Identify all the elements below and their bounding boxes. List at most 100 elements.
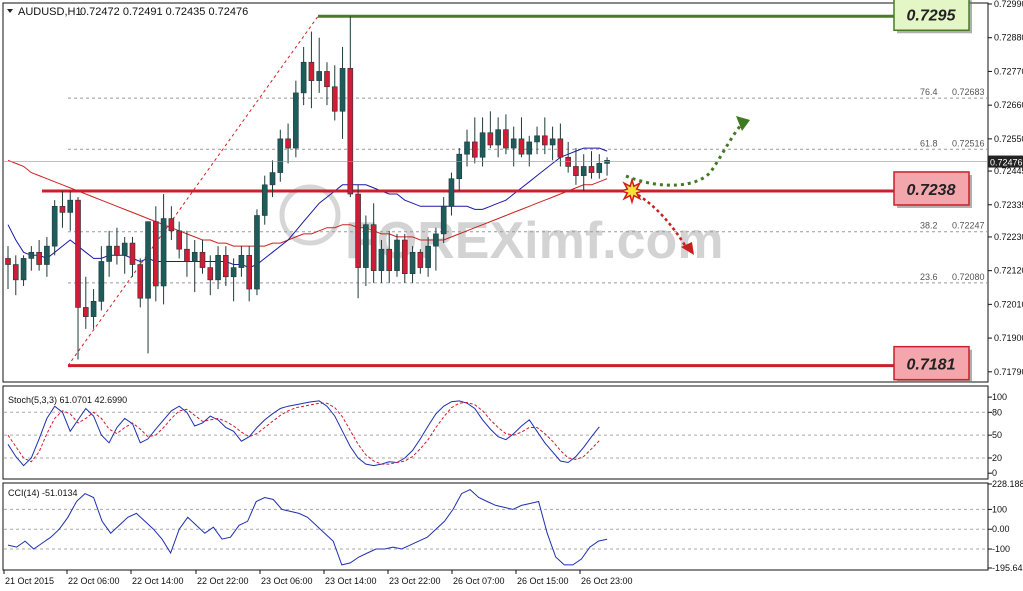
candle-body [596, 163, 603, 173]
indicator-tick-label: -100 [992, 544, 1010, 554]
fib-ratio-label: 61.8 [920, 138, 938, 148]
candle-body [495, 129, 501, 146]
candle-body [518, 138, 525, 155]
candle-body [168, 218, 175, 232]
fib-price-label: 0.72516 [952, 138, 985, 148]
candle-body [36, 251, 42, 265]
candle-body [51, 205, 58, 247]
candle-body [542, 135, 548, 146]
candle-body [145, 221, 151, 299]
candle-body [394, 239, 400, 271]
candle-body [5, 258, 11, 265]
candle-body [386, 248, 393, 271]
level-label-text: 0.7181 [907, 357, 956, 374]
candle-body [277, 138, 284, 173]
candle-body [254, 215, 260, 290]
time-tick-label: 23 Oct 22:00 [389, 576, 441, 586]
candle-body [223, 255, 229, 278]
candle-body [588, 166, 595, 173]
candle-body [409, 251, 416, 275]
price-tick-label: 0.72335 [994, 200, 1023, 210]
candle-body [479, 132, 486, 158]
time-tick-label: 26 Oct 23:00 [581, 576, 633, 586]
candle-body [20, 258, 27, 281]
candle-body [370, 224, 377, 271]
candle-body [285, 138, 291, 149]
candle-body [331, 86, 338, 112]
candle-body [448, 178, 455, 207]
candle-body [471, 141, 478, 158]
candle-body [153, 221, 159, 287]
indicator-tick-label: 20 [992, 453, 1002, 463]
price-tick-label: 0.72770 [994, 66, 1023, 76]
indicator-title: Stoch(5,3,3) 61.0701 42.6990 [8, 395, 127, 405]
candle-body [510, 138, 517, 149]
symbol-timeframe: AUDUSD,H1 [18, 6, 82, 18]
candle-body [106, 245, 112, 262]
candle-body [129, 242, 136, 265]
time-tick-label: 23 Oct 06:00 [261, 576, 313, 586]
candle-body [176, 230, 182, 250]
candle-body [324, 71, 330, 88]
time-tick-label: 21 Oct 2015 [5, 576, 54, 586]
price-tick-label: 0.72550 [994, 134, 1023, 144]
indicator-tick-label: 50 [992, 430, 1002, 440]
candle-body [347, 68, 354, 195]
candle-body [230, 267, 237, 278]
main-panel-frame [2, 2, 989, 383]
candle-body [293, 92, 299, 149]
time-tick-label: 22 Oct 14:00 [132, 576, 184, 586]
indicator-tick-label: 0.00 [992, 524, 1010, 534]
candle-body [184, 248, 190, 262]
candle-body [565, 156, 571, 167]
price-tick-label: 0.72880 [994, 33, 1023, 43]
chart-header: AUDUSD,H1 0.72472 0.72491 0.72435 0.7247… [7, 6, 248, 18]
fib-ratio-label: 23.6 [920, 272, 938, 282]
candle-body [246, 255, 252, 290]
current-price-label: 0.72476 [990, 158, 1023, 168]
fib-ratio-label: 38.2 [920, 221, 938, 231]
price-tick-label: 0.72010 [994, 299, 1023, 309]
time-tick-label: 26 Oct 15:00 [517, 576, 569, 586]
candle-body [207, 267, 214, 281]
price-tick-label: 0.71900 [994, 333, 1023, 343]
candle-body [417, 251, 424, 268]
time-tick-label: 22 Oct 22:00 [197, 576, 249, 586]
candle-body [261, 184, 268, 216]
candle-body [83, 307, 89, 317]
candle-body [44, 245, 50, 265]
candle-body [300, 61, 307, 94]
candle-body [191, 251, 198, 262]
time-axis: 21 Oct 2015 22 Oct 06:00 22 Oct 14:00 22 Oc… [3, 570, 633, 586]
candle-body [67, 199, 74, 213]
indicator-title: CCI(14) -51.0134 [8, 488, 78, 498]
candle-body [580, 166, 587, 176]
header-ohlc: 0.72472 0.72491 0.72435 0.72476 [80, 6, 248, 18]
candle-body [433, 233, 439, 247]
indicator-tick-label: 228.1884 [992, 479, 1023, 489]
candle-body [549, 138, 556, 146]
candle-body [160, 218, 167, 287]
candle-body [28, 251, 35, 259]
candle-body [316, 71, 323, 81]
candle-body [503, 129, 509, 149]
candle-body [199, 251, 206, 268]
candle-body [526, 141, 533, 155]
breakout-spark-icon [618, 177, 646, 205]
candle-body [269, 172, 276, 186]
candle-body [98, 261, 105, 302]
indicator-tick-label: 0 [992, 468, 997, 478]
level-label-text: 0.7238 [907, 182, 956, 199]
candle-body [363, 224, 369, 268]
fib-price-label: 0.72683 [952, 87, 985, 97]
fib-price-label: 0.72247 [952, 221, 985, 231]
trading-chart: FOREXimf.com 76.4 0.7268361.8 0.7251638.2 0… [2, 0, 1023, 586]
candle-body [401, 239, 408, 275]
price-tick-label: 0.71790 [994, 367, 1023, 377]
price-tick-label: 0.72660 [994, 100, 1023, 110]
indicator-tick-label: -195.6456 [992, 563, 1023, 573]
indicator-tick-label: 80 [992, 407, 1002, 417]
fib-price-label: 0.72080 [952, 272, 985, 282]
price-tick-label: 0.72230 [994, 232, 1023, 242]
candle-body [238, 255, 245, 268]
